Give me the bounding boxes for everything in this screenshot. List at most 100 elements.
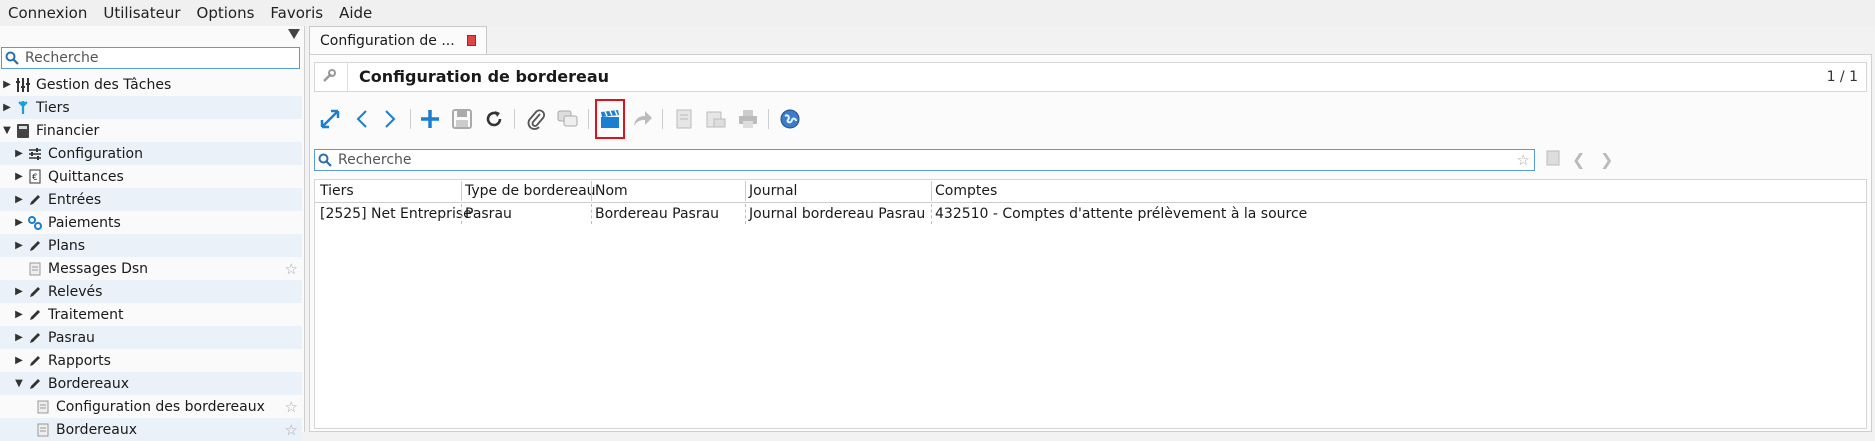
form-panel: Configuration de bordereau 1 / 1 Recherc… [309,54,1872,432]
tree-item-label: Entrées [48,191,102,208]
tree-item-traitement[interactable]: ▶ Traitement [0,303,302,326]
next-page-icon[interactable]: ❯ [1600,150,1613,169]
sidebar-search[interactable] [1,47,300,69]
page-title: Configuration de bordereau [359,67,610,86]
calculator-icon [14,123,32,139]
cell-journal: Journal bordereau Pasrau [745,204,931,224]
tree-item-configuration-des-bordereaux[interactable]: Configuration des bordereaux ☆ [0,395,302,418]
column-header-journal[interactable]: Journal [745,181,931,201]
bookmark-star-icon[interactable]: ☆ [1517,151,1530,169]
search-icon [318,153,332,167]
tree-item-label: Relevés [48,283,103,300]
tree-item-bordereaux-list[interactable]: Bordereaux ☆ [0,418,302,441]
column-header-tiers[interactable]: Tiers [317,181,461,201]
previous-record-icon[interactable] [348,105,376,133]
globe-icon[interactable] [776,105,804,133]
tree-item-paiements[interactable]: ▶ Paiements [0,211,302,234]
column-header-nom[interactable]: Nom [591,181,745,201]
expand-arrow-icon[interactable]: ▶ [12,217,26,228]
tree-item-entrees[interactable]: ▶ Entrées [0,188,302,211]
sidebar-menu-dropdown-icon[interactable] [288,29,300,39]
favorite-star-icon[interactable]: ☆ [285,398,298,416]
print-icon[interactable] [734,105,762,133]
tree-item-messages-dsn[interactable]: Messages Dsn ☆ [0,257,302,280]
tree-item-gestion-des-taches[interactable]: ▶ Gestion des Tâches [0,73,302,96]
grid-search[interactable]: ☆ [314,149,1535,171]
form-title-bar: Configuration de bordereau 1 / 1 [314,62,1867,92]
close-tab-icon[interactable] [466,35,476,46]
tree-item-label: Financier [36,122,100,139]
tree-item-rapports[interactable]: ▶ Rapports [0,349,302,372]
save-icon[interactable] [448,105,476,133]
switch-view-icon[interactable] [316,105,344,133]
menu-favoris[interactable]: Favoris [262,4,331,22]
expand-arrow-icon[interactable]: ▶ [12,355,26,366]
tasks-icon [14,77,32,93]
favorite-star-icon[interactable]: ☆ [285,260,298,278]
document-icon [34,399,52,415]
tree-item-label: Bordereaux [48,375,129,392]
table-row[interactable]: [2525] Net Entreprise Pasrau Bordereau P… [315,203,1866,225]
report-icon[interactable] [670,105,698,133]
collapse-arrow-icon[interactable]: ▼ [12,378,26,389]
tree-item-configuration[interactable]: ▶ Configuration [0,142,302,165]
sidebar-search-input[interactable] [23,49,297,67]
tree-item-label: Configuration [48,145,143,162]
menu-options[interactable]: Options [189,4,263,22]
column-header-type[interactable]: Type de bordereau [461,181,596,201]
tree-item-label: Paiements [48,214,121,231]
tree-item-label: Plans [48,237,86,254]
document-icon [26,261,44,277]
collapse-arrow-icon[interactable]: ▼ [0,125,14,136]
menu-utilisateur[interactable]: Utilisateur [95,4,188,22]
previous-page-icon[interactable]: ❮ [1572,150,1585,169]
records-table: Tiers Type de bordereau Nom Journal Comp… [314,179,1867,429]
tree-item-label: Configuration des bordereaux [56,398,265,415]
tab-configuration-de-bordereau[interactable]: Configuration de ... [309,26,487,54]
expand-arrow-icon[interactable]: ▶ [12,309,26,320]
expand-arrow-icon[interactable]: ▶ [12,332,26,343]
expand-arrow-icon[interactable]: ▶ [12,194,26,205]
clapperboard-icon [601,110,619,128]
tree-item-financier[interactable]: ▼ Financier [0,119,302,142]
cell-nom: Bordereau Pasrau [591,204,745,224]
table-header: Tiers Type de bordereau Nom Journal Comp… [315,180,1866,203]
bookmark-list-icon[interactable] [1546,150,1560,170]
grid-search-input[interactable] [336,151,1510,169]
wrench-icon[interactable] [321,68,337,88]
column-header-comptes[interactable]: Comptes [931,181,1531,201]
expand-arrow-icon[interactable]: ▶ [12,148,26,159]
tree-item-quittances[interactable]: ▶ € Quittances [0,165,302,188]
notes-icon[interactable] [554,105,582,133]
expand-arrow-icon[interactable]: ▶ [0,102,14,113]
tree-item-pasrau[interactable]: ▶ Pasrau [0,326,302,349]
tree-item-plans[interactable]: ▶ Plans [0,234,302,257]
menu-aide[interactable]: Aide [331,4,380,22]
attachment-icon[interactable] [522,105,550,133]
toolbar [314,99,1314,139]
email-report-icon[interactable] [702,105,730,133]
action-clapperboard-button[interactable] [595,99,625,139]
next-record-icon[interactable] [376,105,404,133]
expand-arrow-icon[interactable]: ▶ [0,79,14,90]
pencil-icon [26,307,44,323]
expand-arrow-icon[interactable]: ▶ [12,286,26,297]
tree-item-label: Bordereaux [56,421,137,438]
reload-icon[interactable] [480,105,508,133]
relate-arrow-icon[interactable] [628,105,656,133]
tree-item-tiers[interactable]: ▶ Tiers [0,96,302,119]
expand-arrow-icon[interactable]: ▶ [12,171,26,182]
pencil-icon [26,376,44,392]
cell-tiers: [2525] Net Entreprise [320,206,472,222]
new-record-icon[interactable] [416,105,444,133]
favorite-star-icon[interactable]: ☆ [285,421,298,439]
navigation-tree: ▶ Gestion des Tâches ▶ Tiers ▼ Financier… [0,73,302,441]
tree-item-releves[interactable]: ▶ Relevés [0,280,302,303]
expand-arrow-icon[interactable]: ▶ [12,240,26,251]
svg-text:€: € [32,173,38,183]
menu-connexion[interactable]: Connexion [0,4,95,22]
tree-item-bordereaux[interactable]: ▼ Bordereaux [0,372,302,395]
tree-item-label: Messages Dsn [48,260,149,277]
record-counter: 1 / 1 [1826,69,1858,85]
tree-item-label: Rapports [48,352,111,369]
